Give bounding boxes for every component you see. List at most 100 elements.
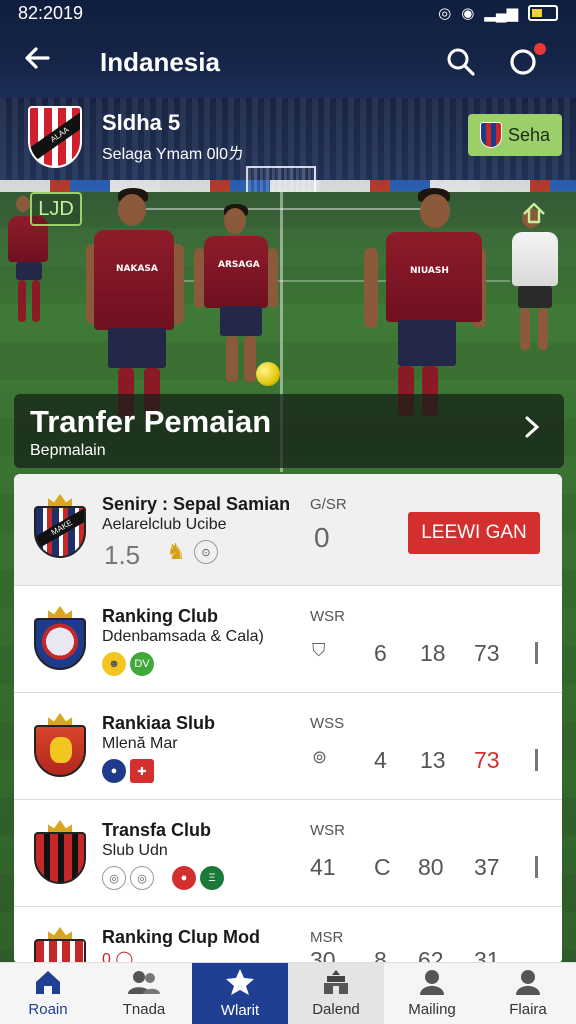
club-crest xyxy=(34,820,86,884)
cast-icon: ◉ xyxy=(461,5,475,22)
search-icon[interactable] xyxy=(430,47,492,77)
home-icon xyxy=(34,969,62,1001)
club-crest xyxy=(34,927,86,964)
bottom-nav: Roain Tnada Wlarit Dalend Mailing Flaira xyxy=(0,962,576,1024)
stat-value: 18 xyxy=(420,640,446,666)
nav-teams[interactable]: Tnada xyxy=(96,963,192,1024)
club-name: Rankiaa Slub xyxy=(102,713,216,733)
row-divider xyxy=(535,856,538,878)
horse-icon: ♞ xyxy=(166,539,186,564)
crest-sash: ALAA xyxy=(30,108,80,163)
club-subtitle: Aelarelclub Ucibe xyxy=(102,516,227,533)
status-bar: 82:2019 ◎ ◉ ▂▄▆ xyxy=(0,0,576,26)
row-divider xyxy=(535,642,538,664)
club-name: Ranking Club xyxy=(102,606,218,626)
featured-club-row[interactable]: MAKE Seniry : Sepal Samian Aelarelclub U… xyxy=(14,474,562,586)
battery-icon xyxy=(528,5,558,21)
stat-value: 41 xyxy=(310,854,336,880)
match-title: Sldha 5 xyxy=(102,110,181,135)
globe-icon: ● xyxy=(102,759,126,783)
star-icon xyxy=(225,968,255,1002)
nav-label: Roain xyxy=(28,1001,68,1018)
page-title: Indanesia xyxy=(100,46,220,77)
club-subtitle: Slub Udn xyxy=(102,842,168,859)
cta-button[interactable]: LEEWI GAN xyxy=(408,512,540,554)
club-name: Transfa Club xyxy=(102,820,212,840)
nav-mailing[interactable]: Mailing xyxy=(384,963,480,1024)
apple-icon: ● xyxy=(172,866,196,890)
person-icon xyxy=(515,969,541,1001)
stat-value: 37 xyxy=(474,854,500,880)
stat-label: MSR xyxy=(310,929,344,946)
team-crest: ALAA xyxy=(28,106,82,168)
club-subtitle: Mlenă Mar xyxy=(102,735,178,752)
club-row[interactable]: Ranking Club Ddenbamsada & Cala) ☻ DV WS… xyxy=(14,586,562,693)
stat-value: 13 xyxy=(420,747,446,773)
lion-icon: ☻ xyxy=(102,652,126,676)
notification-dot xyxy=(534,43,546,55)
emblem-icon: ⊙ xyxy=(194,540,218,564)
profile-button[interactable] xyxy=(492,43,554,77)
nav-profile[interactable]: Flaira xyxy=(480,963,576,1024)
club-row[interactable]: Rankiaa Slub Mlenă Mar ● ✚ WSS ⊚ 4 13 73 xyxy=(14,693,562,800)
nav-favorites[interactable]: Wlarit xyxy=(192,963,288,1024)
hd-badge[interactable]: LJD xyxy=(30,192,82,226)
stat-label: WSR xyxy=(310,822,345,839)
club-name: Seniry : Sepal Samian xyxy=(102,494,291,514)
nav-label: Mailing xyxy=(408,1001,456,1018)
app-bar: Indanesia xyxy=(0,26,576,98)
match-header: ALAA Sldha 5 Selaga Ymam 0l0ㄌ xyxy=(28,106,244,168)
signal-icon: ▂▄▆ xyxy=(484,5,518,22)
globe-icon: ⊚ xyxy=(312,747,328,767)
nav-label: Tnada xyxy=(122,1001,166,1018)
football xyxy=(256,362,280,386)
goal-net xyxy=(246,166,316,192)
club-name: Ranking Clup Mod xyxy=(102,927,260,947)
club-row[interactable]: Ranking Clup Mod 0 ◯ MSR 30 8 62 31 xyxy=(14,907,562,964)
emblem-icon: ◎ xyxy=(102,866,126,890)
shield-icon: ⛉ xyxy=(312,640,326,660)
club-list: MAKE Seniry : Sepal Samian Aelarelclub U… xyxy=(14,474,562,964)
row-divider xyxy=(535,749,538,771)
transfer-banner[interactable]: Tranfer Pemaian Bepmalain xyxy=(14,394,564,468)
users-icon xyxy=(127,969,161,1001)
person-icon xyxy=(419,969,445,1001)
club-subtitle: Ddenbamsada & Cala) xyxy=(102,628,264,645)
club-crest xyxy=(34,713,86,777)
club-crest xyxy=(34,606,86,670)
stat-value: 6 xyxy=(374,640,387,666)
nav-home[interactable]: Roain xyxy=(0,963,96,1024)
club-crest: MAKE xyxy=(34,494,86,558)
chevron-right-icon xyxy=(522,414,542,447)
stat-value: C xyxy=(374,854,391,880)
stat-label: WSR xyxy=(310,608,345,625)
alarm-icon: ◎ xyxy=(438,5,452,22)
stadium-icon xyxy=(321,969,351,1001)
club-badge-icon: DV xyxy=(130,652,154,676)
emblem-icon: ◎ xyxy=(130,866,154,890)
match-subtitle: Selaga Ymam 0l0ㄌ xyxy=(102,146,245,163)
arrow-left-icon[interactable] xyxy=(22,43,70,81)
stat-label: G/SR xyxy=(310,496,347,513)
shield-icon xyxy=(479,122,502,148)
stat-value: 73 xyxy=(474,640,500,666)
status-time: 82:2019 xyxy=(18,2,84,23)
stat-value: 4 xyxy=(374,747,387,773)
club-value: 1.5 xyxy=(104,540,141,570)
badge-label: Seha xyxy=(507,124,551,145)
status-icons: ◎ ◉ ▂▄▆ xyxy=(438,4,558,22)
nav-stadium[interactable]: Dalend xyxy=(288,963,384,1024)
share-icon[interactable] xyxy=(512,192,556,232)
club-badge-icon: Ξ xyxy=(200,866,224,890)
club-score: 0 xyxy=(314,522,330,553)
nav-label: Flaira xyxy=(509,1001,547,1018)
stat-value: 80 xyxy=(418,854,444,880)
club-row[interactable]: Transfa Club Slub Udn ◎ ◎ ● Ξ WSR 41 C 8… xyxy=(14,800,562,907)
club-badge-icon: ✚ xyxy=(130,759,154,783)
penalty-arc xyxy=(130,208,450,210)
team-badge-button[interactable]: Seha xyxy=(468,114,562,156)
circle-icon xyxy=(510,49,536,75)
nav-label: Dalend xyxy=(312,1001,360,1018)
transfer-subtitle: Bepmalain xyxy=(30,442,106,459)
stat-label: WSS xyxy=(310,715,345,732)
